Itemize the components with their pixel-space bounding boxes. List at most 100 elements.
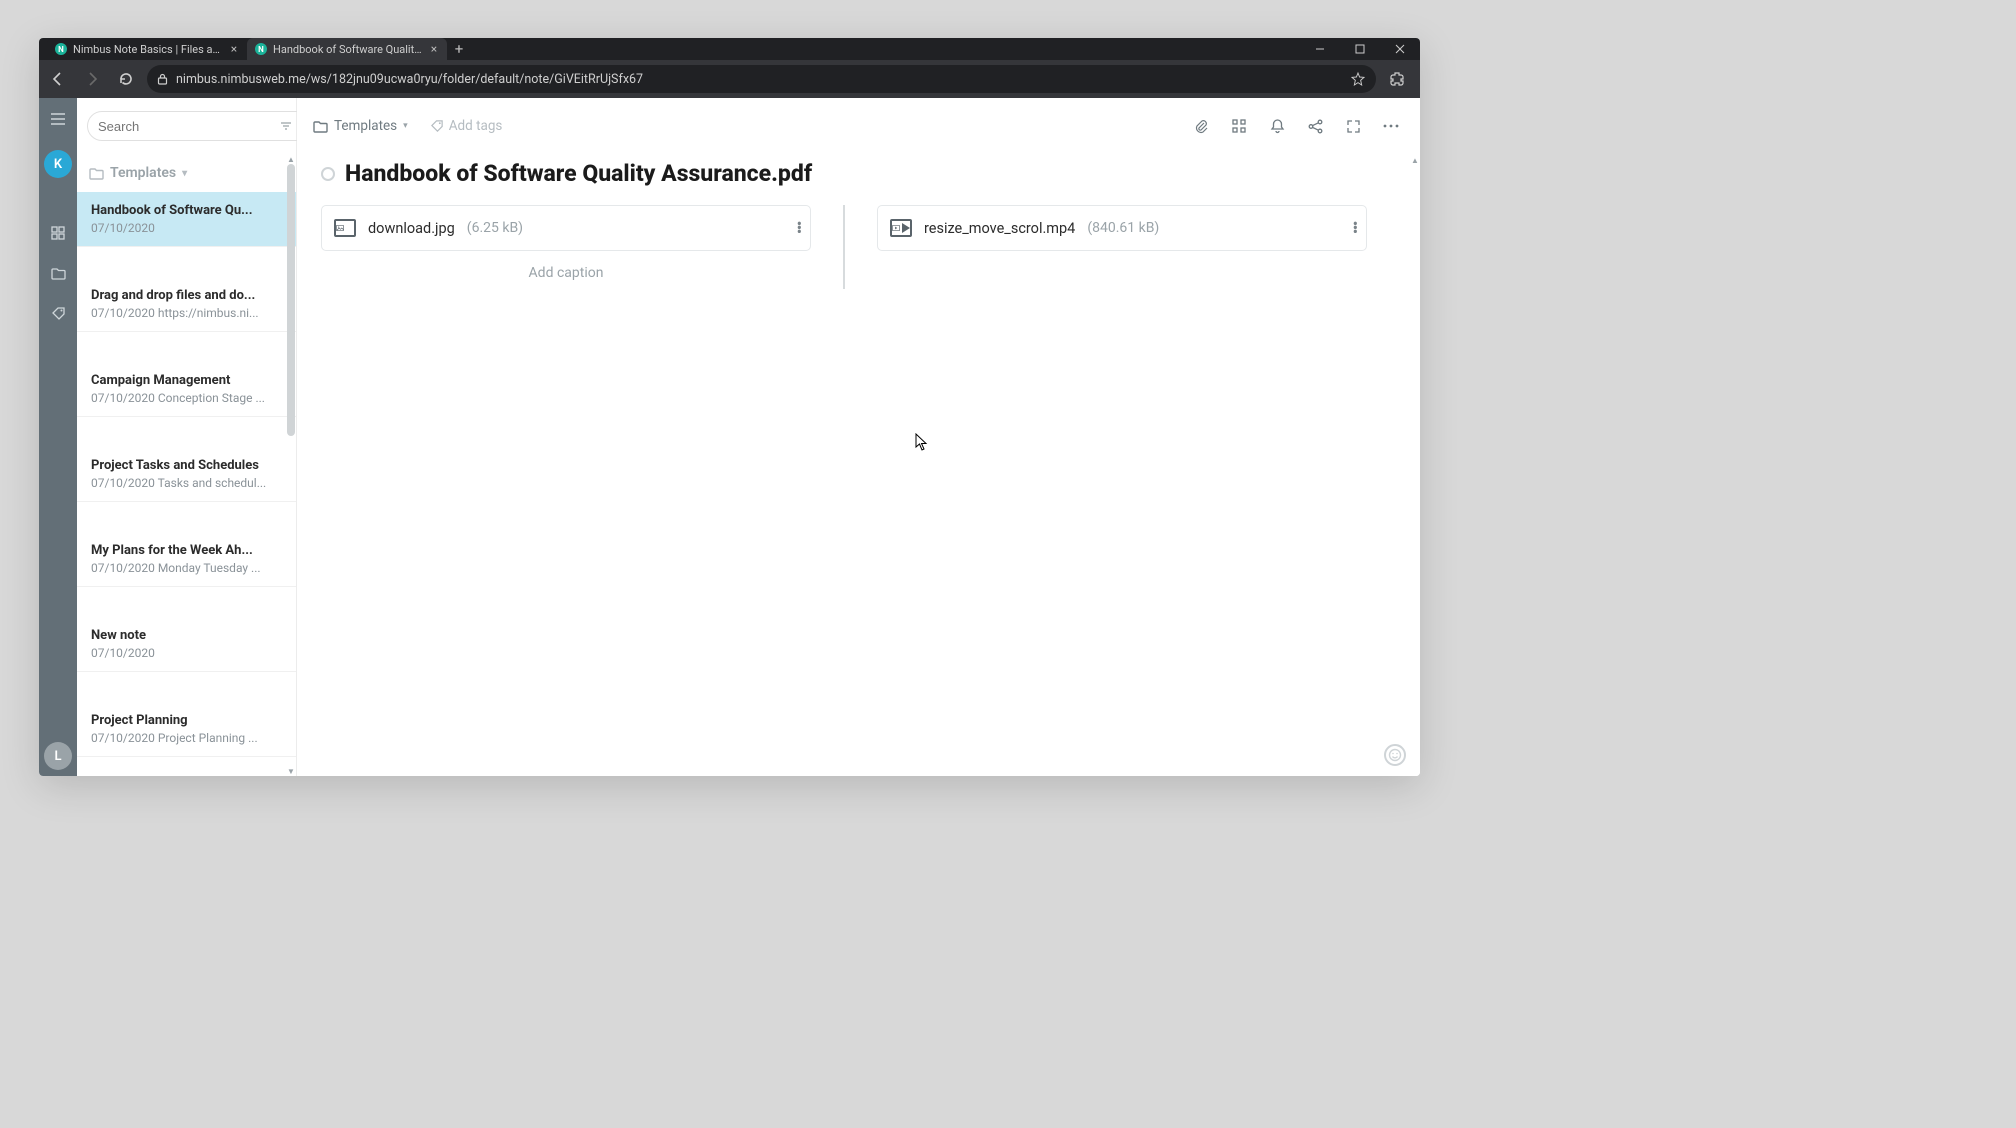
chevron-down-icon: ▾ [182,168,187,179]
more-icon[interactable] [1378,113,1404,139]
folder-icon [313,120,328,133]
back-button[interactable] [45,66,71,92]
favicon-icon: N [55,43,67,55]
extensions-icon[interactable] [1384,66,1410,92]
note-list-item[interactable]: Project Planning 07/10/2020 Project Plann… [77,702,296,757]
url-input[interactable]: nimbus.nimbusweb.me/ws/182jnu09ucwa0ryu/… [147,65,1376,93]
grid-icon[interactable] [45,220,71,246]
note-item-subtitle: 07/10/2020 Project Planning ... [91,731,282,745]
document-body[interactable]: Handbook of Software Quality Assurance.p… [297,154,1420,776]
attachment-more-icon[interactable]: ••• [1353,222,1356,234]
note-item-title: My Plans for the Week Ah... [91,543,282,558]
breadcrumb-label: Templates [334,118,397,134]
browser-tabstrip: N Nimbus Note Basics | Files and a × N H… [39,38,1420,60]
note-gap [77,417,296,447]
user-avatar[interactable]: L [44,742,72,770]
sidebar: + Templates ▾ Handbook of Software Qu...… [77,98,297,776]
expand-icon[interactable] [1340,113,1366,139]
note-list-item[interactable]: My Plans for the Week Ah... 07/10/2020 Mo… [77,532,296,587]
attachment-filename: resize_move_scrol.mp4 [924,220,1075,237]
attachment-more-icon[interactable]: ••• [797,222,800,234]
tag-icon[interactable] [45,300,71,326]
note-list-item[interactable]: Project Tasks and Schedules07/10/2020 Ta… [77,447,296,502]
content-area: Templates ▾ Add tags ▲ Hand [297,98,1420,776]
new-tab-button[interactable]: + [447,38,471,60]
column-divider[interactable] [843,205,845,289]
note-list-item[interactable]: New note 07/10/2020 [77,617,296,672]
scroll-thumb[interactable] [287,164,295,436]
maximize-icon[interactable] [1340,38,1380,60]
image-icon [334,219,356,237]
tag-icon [430,119,444,133]
grid-view-icon[interactable] [1226,113,1252,139]
close-icon[interactable]: × [229,44,239,54]
browser-tab[interactable]: N Handbook of Software Quality A × [247,38,447,60]
scroll-down-icon[interactable]: ▼ [286,766,296,776]
note-title[interactable]: Handbook of Software Quality Assurance.p… [345,160,812,187]
folder-icon [89,167,104,180]
tab-title: Handbook of Software Quality A [273,43,423,56]
search-field[interactable] [98,119,274,134]
note-item-title: Project Planning [91,713,282,728]
note-item-subtitle: 07/10/2020 Monday Tuesday ... [91,561,282,575]
add-tags-button[interactable]: Add tags [430,118,503,134]
address-bar: nimbus.nimbusweb.me/ws/182jnu09ucwa0ryu/… [39,60,1420,98]
reload-button[interactable] [113,66,139,92]
note-item-title: Drag and drop files and do... [91,288,282,303]
breadcrumb[interactable]: Templates ▾ [313,118,408,134]
forward-button[interactable] [79,66,105,92]
attachment-filename: download.jpg [368,220,455,237]
note-item-subtitle: 07/10/2020 https://nimbus.ni... [91,306,282,320]
attachment-card[interactable]: download.jpg (6.25 kB) ••• [321,205,811,251]
browser-tab[interactable]: N Nimbus Note Basics | Files and a × [47,38,247,60]
sidebar-scrollbar[interactable]: ▲ ▼ [286,154,296,776]
lock-icon [157,73,168,85]
left-rail: K L [39,98,77,776]
video-icon [890,219,912,237]
note-item-subtitle: 07/10/2020 [91,221,282,235]
share-icon[interactable] [1302,113,1328,139]
search-input[interactable] [87,111,322,141]
attachment-filesize: (6.25 kB) [467,220,523,236]
url-text: nimbus.nimbusweb.me/ws/182jnu09ucwa0ryu/… [176,72,643,87]
note-item-subtitle: 07/10/2020 [91,646,282,660]
note-item-title: Handbook of Software Qu... [91,203,282,218]
note-list-item[interactable]: Drag and drop files and do... 07/10/2020 … [77,277,296,332]
mouse-cursor-icon [915,433,929,451]
note-gap [77,247,296,277]
note-item-subtitle: 07/10/2020 Conception Stage ... [91,391,282,405]
note-gap [77,587,296,617]
note-item-subtitle: 07/10/2020 Tasks and schedul... [91,476,282,490]
note-item-title: New note [91,628,282,643]
note-gap [77,502,296,532]
note-gap [77,672,296,702]
attachment-filesize: (840.61 kB) [1087,220,1159,236]
star-icon[interactable] [1350,71,1366,87]
attachment-card[interactable]: resize_move_scrol.mp4 (840.61 kB) ••• [877,205,1367,251]
emoji-icon[interactable] [1384,744,1406,766]
scroll-up-icon[interactable]: ▲ [286,154,296,164]
close-window-icon[interactable] [1380,38,1420,60]
note-list-item[interactable]: Handbook of Software Qu... 07/10/2020 [77,192,296,247]
folder-icon[interactable] [45,260,71,286]
bell-icon[interactable] [1264,113,1290,139]
favicon-icon: N [255,43,267,55]
attachment-icon[interactable] [1188,113,1214,139]
sidebar-header-label: Templates [110,165,176,181]
note-gap [77,332,296,362]
window-controls [1300,38,1420,60]
chevron-down-icon: ▾ [403,121,408,131]
sidebar-header[interactable]: Templates ▾ [77,154,296,192]
note-list-item[interactable]: Campaign Management 07/10/2020 Conception… [77,362,296,417]
checkbox-icon[interactable] [321,167,335,181]
note-topbar: Templates ▾ Add tags [297,98,1420,154]
minimize-icon[interactable] [1300,38,1340,60]
filter-icon[interactable] [280,121,292,131]
hamburger-icon[interactable] [45,106,71,132]
note-item-title: Campaign Management [91,373,282,388]
close-icon[interactable]: × [429,44,439,54]
tab-title: Nimbus Note Basics | Files and a [73,43,223,56]
add-tags-label: Add tags [449,118,503,134]
workspace-avatar[interactable]: K [44,150,72,178]
caption-input[interactable]: Add caption [321,265,811,281]
